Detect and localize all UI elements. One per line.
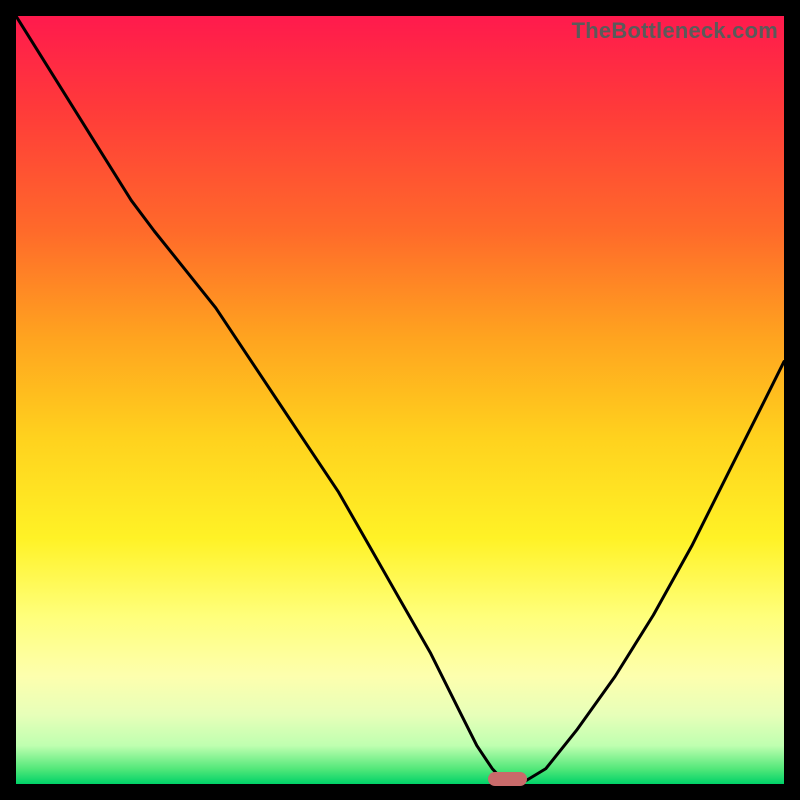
chart-frame: TheBottleneck.com <box>0 0 800 800</box>
bottleneck-curve <box>16 16 784 784</box>
plot-area: TheBottleneck.com <box>16 16 784 784</box>
optimum-marker <box>488 772 526 786</box>
